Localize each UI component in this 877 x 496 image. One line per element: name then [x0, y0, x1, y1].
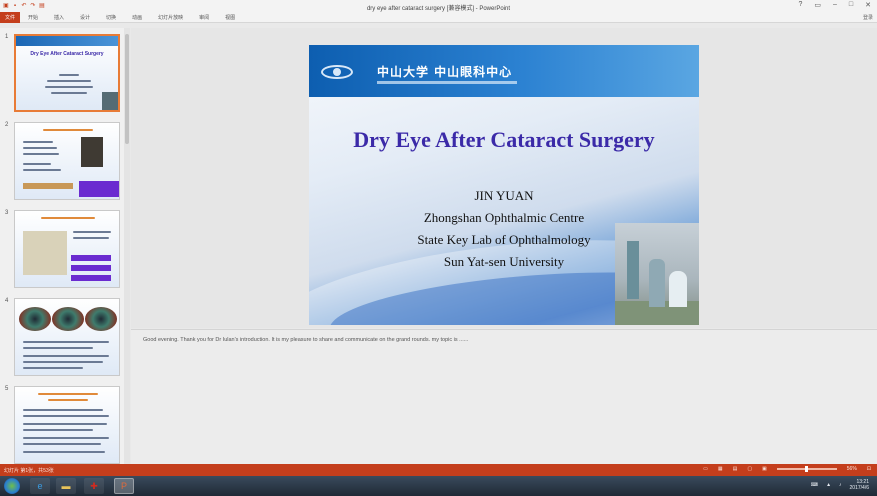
current-slide[interactable]: 中山大学 中山眼科中心 Dry Eye After Cataract Surge…	[309, 45, 699, 325]
ribbon-tabs: 文件 开始 插入 设计 切换 动画 幻灯片放映 审阅 视图 登录	[0, 11, 877, 23]
tab-file[interactable]: 文件	[0, 11, 20, 23]
status-bar: 幻灯片 第1张，共53张 ▭ ▦ ▤ ▢ ▣ 56% ⊡	[0, 464, 877, 476]
thumbnail-number: 3	[5, 210, 9, 216]
eye-image	[52, 307, 84, 331]
clock-date: 2017/4/6	[849, 485, 869, 491]
windows-taskbar: e ▬ ✚ P ⌨ ▲ ♪ 13:21 2017/4/6	[0, 476, 877, 496]
window-controls: ? ▭ – □ ✕	[798, 1, 871, 9]
help-icon[interactable]: ?	[798, 1, 802, 9]
thumbnail-number: 1	[5, 34, 9, 40]
zoom-level[interactable]: 56%	[847, 466, 857, 472]
maximize-icon[interactable]: □	[849, 1, 853, 9]
network-icon[interactable]: ▲	[826, 482, 831, 488]
slide-thumbnail[interactable]	[14, 210, 120, 288]
slide-thumbnail[interactable]	[14, 386, 120, 464]
author-name[interactable]: JIN YUAN	[309, 188, 699, 204]
ribbon-display-icon[interactable]: ▭	[814, 1, 821, 9]
sign-in-link[interactable]: 登录	[863, 14, 873, 21]
notes-pane[interactable]: Good evening. Thank you for Dr Iulan's i…	[131, 329, 877, 464]
slide-thumbnail[interactable]	[14, 298, 120, 376]
slide-counter: 幻灯片 第1张，共53张	[4, 467, 54, 474]
powerpoint-icon[interactable]: P	[114, 478, 134, 494]
folder-icon[interactable]: ▬	[56, 478, 76, 494]
slide-thumbnail[interactable]: Dry Eye After Cataract Surgery	[14, 34, 120, 112]
keyboard-icon[interactable]: ⌨	[811, 482, 818, 488]
thumbnail-number: 4	[5, 298, 9, 304]
minimize-icon[interactable]: –	[833, 1, 837, 9]
volume-icon[interactable]: ♪	[839, 482, 842, 488]
thumbnail-number: 2	[5, 122, 9, 128]
slideshow-view-icon[interactable]: ▣	[762, 466, 767, 472]
tab-slideshow[interactable]: 幻灯片放映	[150, 14, 191, 21]
ie-icon[interactable]: e	[30, 478, 50, 494]
normal-view-icon[interactable]: ▦	[718, 466, 723, 472]
start-button[interactable]	[4, 478, 20, 494]
zoom-slider-knob[interactable]	[805, 466, 809, 472]
tab-transitions[interactable]: 切换	[98, 14, 124, 21]
tab-review[interactable]: 审阅	[191, 14, 217, 21]
slide-title[interactable]: Dry Eye After Cataract Surgery	[309, 127, 699, 153]
tab-design[interactable]: 设计	[72, 14, 98, 21]
thumbnail-number: 5	[5, 386, 9, 392]
tab-view[interactable]: 视图	[217, 14, 243, 21]
eye-image	[85, 307, 117, 331]
thumbnail-title: Dry Eye After Cataract Surgery	[30, 51, 104, 57]
notes-toggle-icon[interactable]: ▭	[703, 466, 708, 472]
title-bar: ▣ ▪ ↶ ↷ ▤ dry eye after cataract surgery…	[0, 0, 877, 12]
slide-thumbnail-pane: 1 Dry Eye After Cataract Surgery 2 3 4 5	[0, 28, 130, 464]
tab-insert[interactable]: 插入	[46, 14, 72, 21]
zoom-slider[interactable]	[776, 466, 837, 472]
thumbnail-scrollbar-thumb[interactable]	[125, 34, 129, 144]
fit-to-window-icon[interactable]: ⊡	[867, 466, 871, 472]
tab-home[interactable]: 开始	[20, 14, 46, 21]
institution-logo-text: 中山大学 中山眼科中心	[377, 65, 513, 79]
close-icon[interactable]: ✕	[865, 1, 871, 9]
clock[interactable]: 13:21 2017/4/6	[850, 479, 869, 491]
slide-sorter-icon[interactable]: ▤	[733, 466, 738, 472]
slide-thumbnail[interactable]	[14, 122, 120, 200]
reading-view-icon[interactable]: ▢	[747, 466, 752, 472]
window-title: dry eye after cataract surgery [兼容模式] - …	[366, 6, 511, 12]
speaker-notes[interactable]: Good evening. Thank you for Dr Iulan's i…	[143, 337, 468, 343]
tab-animations[interactable]: 动画	[124, 14, 150, 21]
pdf-icon[interactable]: ✚	[84, 478, 104, 494]
eye-image	[19, 307, 51, 331]
system-tray: ⌨ ▲ ♪ 13:21 2017/4/6	[811, 479, 869, 491]
